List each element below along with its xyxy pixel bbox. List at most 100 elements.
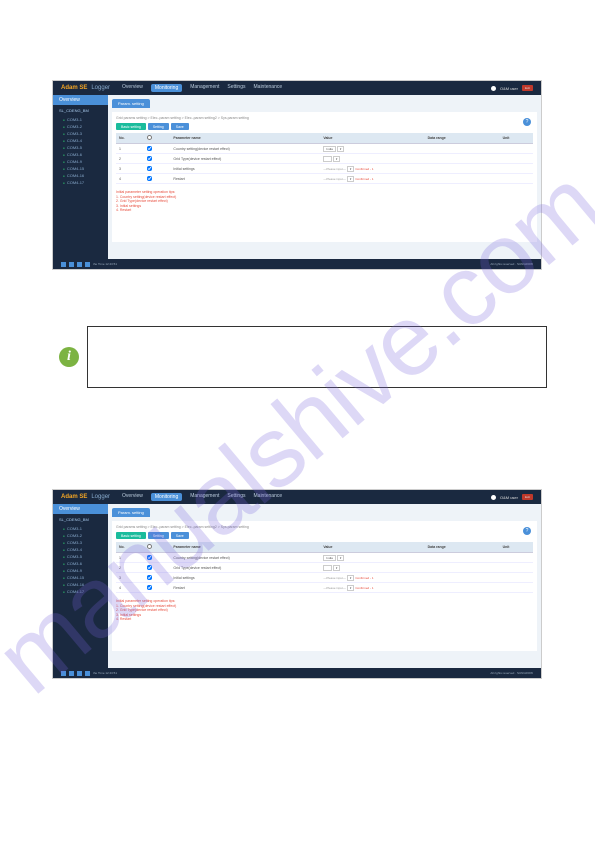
sidebar-group[interactable]: SL_CDENG_BM bbox=[53, 105, 108, 116]
row-checkbox[interactable] bbox=[147, 565, 152, 570]
tab-param-setting[interactable]: Param. setting bbox=[112, 508, 150, 517]
nav-overview[interactable]: Overview bbox=[122, 493, 143, 501]
footer-icon bbox=[85, 671, 90, 676]
save-button[interactable]: Save bbox=[171, 123, 189, 130]
footer-icon bbox=[77, 262, 82, 267]
value-select[interactable] bbox=[323, 565, 332, 571]
col-no: No. bbox=[116, 542, 144, 553]
sidebar-device[interactable]: COM3-5 bbox=[53, 553, 108, 560]
col-value: Value bbox=[320, 133, 424, 144]
setting-button[interactable]: Setting bbox=[148, 532, 169, 539]
nav-management[interactable]: Management bbox=[190, 84, 219, 92]
footer-time: the Time 12:43:51 bbox=[93, 671, 117, 675]
sidebar-device[interactable]: COM3-5 bbox=[53, 144, 108, 151]
row-checkbox[interactable] bbox=[147, 555, 152, 560]
table-row: 2Grid Type(device restart effect) ▾ bbox=[116, 154, 533, 164]
user-label: O&M user bbox=[500, 86, 518, 91]
param-table: No. Parameter name Value Data range Unit… bbox=[116, 133, 533, 184]
sidebar-device[interactable]: COM4-17 bbox=[53, 179, 108, 186]
row-checkbox[interactable] bbox=[147, 176, 152, 181]
sidebar-device[interactable]: COM4-9 bbox=[53, 567, 108, 574]
sidebar: Overview SL_CDENG_BM COM3-1 COM3-2 COM3-… bbox=[53, 504, 108, 668]
user-icon bbox=[491, 86, 496, 91]
sidebar-overview[interactable]: Overview bbox=[53, 504, 108, 514]
note: Initial parameter setting operation tips… bbox=[116, 599, 533, 622]
sidebar-device[interactable]: COM3-2 bbox=[53, 532, 108, 539]
sidebar-device[interactable]: COM3-6 bbox=[53, 560, 108, 567]
value-dropdown[interactable]: ▾ bbox=[347, 166, 355, 172]
top-bar: Adam SE Logger Overview Monitoring Manag… bbox=[53, 81, 541, 95]
nav-monitoring[interactable]: Monitoring bbox=[151, 493, 182, 501]
sidebar-device[interactable]: COM3-6 bbox=[53, 151, 108, 158]
sidebar-device[interactable]: COM3-1 bbox=[53, 116, 108, 123]
basic-setting-button[interactable]: Basic setting bbox=[116, 123, 146, 130]
sidebar-device[interactable]: COM4-16 bbox=[53, 172, 108, 179]
sidebar-device[interactable]: COM3-3 bbox=[53, 130, 108, 137]
save-button[interactable]: Save bbox=[171, 532, 189, 539]
main-content: Param. setting ? Grid params setting > E… bbox=[108, 95, 541, 259]
sidebar-device[interactable]: COM4-9 bbox=[53, 158, 108, 165]
help-icon[interactable]: ? bbox=[523, 118, 531, 126]
nav-maintenance[interactable]: Maintenance bbox=[254, 84, 283, 92]
screenshot-2: Adam SE Logger Overview Monitoring Manag… bbox=[52, 489, 542, 679]
sidebar-device[interactable]: COM3-3 bbox=[53, 539, 108, 546]
setting-button[interactable]: Setting bbox=[148, 123, 169, 130]
button-row: Basic setting Setting Save bbox=[116, 123, 533, 130]
tab-param-setting[interactable]: Param. setting bbox=[112, 99, 150, 108]
row-checkbox[interactable] bbox=[147, 585, 152, 590]
user-area: O&M user Exit bbox=[491, 494, 533, 500]
top-bar: Adam SE Logger Overview Monitoring Manag… bbox=[53, 490, 541, 504]
param-table: No. Parameter name Value Data range Unit… bbox=[116, 542, 533, 593]
row-checkbox[interactable] bbox=[147, 156, 152, 161]
sidebar-device[interactable]: COM4-15 bbox=[53, 165, 108, 172]
footer: the Time 12:43:51 All rights reserved · … bbox=[53, 259, 541, 269]
table-row: 2Grid Type(device restart effect) ▾ bbox=[116, 563, 533, 573]
sidebar-device[interactable]: COM3-4 bbox=[53, 137, 108, 144]
row-checkbox[interactable] bbox=[147, 575, 152, 580]
sidebar-device[interactable]: COM3-4 bbox=[53, 546, 108, 553]
sidebar-device[interactable]: COM3-2 bbox=[53, 123, 108, 130]
nav-settings[interactable]: Settings bbox=[227, 84, 245, 92]
value-select[interactable]: India bbox=[323, 555, 336, 561]
select-all-checkbox[interactable] bbox=[147, 544, 152, 549]
sidebar-device[interactable]: COM4-15 bbox=[53, 574, 108, 581]
row-checkbox[interactable] bbox=[147, 146, 152, 151]
nav-settings[interactable]: Settings bbox=[227, 493, 245, 501]
value-dropdown[interactable]: ▾ bbox=[347, 575, 355, 581]
value-select[interactable] bbox=[323, 156, 332, 162]
table-row: 1Country setting(device restart effect)I… bbox=[116, 553, 533, 563]
row-checkbox[interactable] bbox=[147, 166, 152, 171]
table-row: 3Initial settings—Please input— ▾ Confir… bbox=[116, 164, 533, 174]
sidebar-overview[interactable]: Overview bbox=[53, 95, 108, 105]
nav-management[interactable]: Management bbox=[190, 493, 219, 501]
value-dropdown[interactable]: ▾ bbox=[337, 555, 345, 561]
value-dropdown[interactable]: ▾ bbox=[347, 176, 355, 182]
value-select[interactable]: India bbox=[323, 146, 336, 152]
logo: Adam SE bbox=[61, 494, 87, 500]
sidebar-device[interactable]: COM4-16 bbox=[53, 581, 108, 588]
nav-overview[interactable]: Overview bbox=[122, 84, 143, 92]
col-unit: Unit bbox=[500, 133, 533, 144]
user-area: O&M user Exit bbox=[491, 85, 533, 91]
value-dropdown[interactable]: ▾ bbox=[333, 156, 341, 162]
exit-button[interactable]: Exit bbox=[522, 85, 533, 91]
value-dropdown[interactable]: ▾ bbox=[333, 565, 341, 571]
sidebar-device[interactable]: COM4-17 bbox=[53, 588, 108, 595]
footer-icon bbox=[69, 671, 74, 676]
select-all-checkbox[interactable] bbox=[147, 135, 152, 140]
footer-rights: All rights reserved · SUNGROW bbox=[490, 262, 533, 266]
footer-icon bbox=[61, 671, 66, 676]
basic-setting-button[interactable]: Basic setting bbox=[116, 532, 146, 539]
nav: Overview Monitoring Management Settings … bbox=[122, 493, 282, 501]
exit-button[interactable]: Exit bbox=[522, 494, 533, 500]
nav-maintenance[interactable]: Maintenance bbox=[254, 493, 283, 501]
col-range: Data range bbox=[425, 542, 500, 553]
info-icon bbox=[59, 347, 79, 367]
sidebar-device[interactable]: COM3-1 bbox=[53, 525, 108, 532]
nav-monitoring[interactable]: Monitoring bbox=[151, 84, 182, 92]
sidebar-group[interactable]: SL_CDENG_BM bbox=[53, 514, 108, 525]
help-icon[interactable]: ? bbox=[523, 527, 531, 535]
value-dropdown[interactable]: ▾ bbox=[337, 146, 345, 152]
note: Initial parameter setting operation tips… bbox=[116, 190, 533, 213]
value-dropdown[interactable]: ▾ bbox=[347, 585, 355, 591]
